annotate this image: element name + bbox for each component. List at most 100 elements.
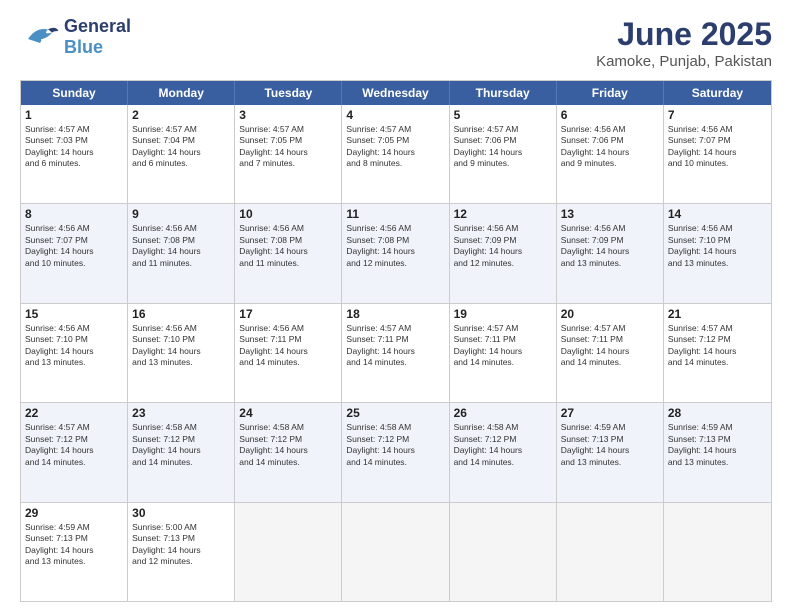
day-number: 7: [668, 108, 767, 122]
day-number: 21: [668, 307, 767, 321]
table-row: [557, 503, 664, 601]
day-number: 24: [239, 406, 337, 420]
table-row: 13 Sunrise: 4:56 AM Sunset: 7:09 PM Dayli…: [557, 204, 664, 302]
table-row: 25 Sunrise: 4:58 AM Sunset: 7:12 PM Dayli…: [342, 403, 449, 501]
day-number: 3: [239, 108, 337, 122]
calendar-week-0: 1Sunrise: 4:57 AM Sunset: 7:03 PM Daylig…: [21, 105, 771, 203]
day-info: Sunrise: 4:56 AM Sunset: 7:08 PM Dayligh…: [132, 223, 230, 269]
weekday-thursday: Thursday: [450, 81, 557, 105]
day-number: 15: [25, 307, 123, 321]
table-row: 30 Sunrise: 5:00 AM Sunset: 7:13 PM Dayli…: [128, 503, 235, 601]
table-row: 11Sunrise: 4:56 AM Sunset: 7:08 PM Dayli…: [342, 204, 449, 302]
calendar-week-2: 15 Sunrise: 4:56 AM Sunset: 7:10 PM Dayli…: [21, 303, 771, 402]
weekday-wednesday: Wednesday: [342, 81, 449, 105]
table-row: 23Sunrise: 4:58 AM Sunset: 7:12 PM Dayli…: [128, 403, 235, 501]
table-row: 21 Sunrise: 4:57 AM Sunset: 7:12 PM Dayli…: [664, 304, 771, 402]
calendar: Sunday Monday Tuesday Wednesday Thursday…: [20, 80, 772, 602]
calendar-week-1: 8Sunrise: 4:56 AM Sunset: 7:07 PM Daylig…: [21, 203, 771, 302]
day-info: Sunrise: 4:56 AM Sunset: 7:09 PM Dayligh…: [454, 223, 552, 269]
table-row: 3 Sunrise: 4:57 AM Sunset: 7:05 PM Daylig…: [235, 105, 342, 203]
day-number: 18: [346, 307, 444, 321]
day-number: 28: [668, 406, 767, 420]
table-row: 15 Sunrise: 4:56 AM Sunset: 7:10 PM Dayli…: [21, 304, 128, 402]
logo-general: General: [64, 16, 131, 36]
day-number: 9: [132, 207, 230, 221]
day-number: 23: [132, 406, 230, 420]
day-info: Sunrise: 4:56 AM Sunset: 7:09 PM Dayligh…: [561, 223, 659, 269]
page: General Blue June 2025 Kamoke, Punjab, P…: [0, 0, 792, 612]
calendar-week-3: 22 Sunrise: 4:57 AM Sunset: 7:12 PM Dayli…: [21, 402, 771, 501]
day-info: Sunrise: 4:59 AM Sunset: 7:13 PM Dayligh…: [668, 422, 767, 468]
logo-bird-icon: [20, 23, 60, 51]
table-row: [235, 503, 342, 601]
calendar-title: June 2025: [596, 16, 772, 53]
day-number: 13: [561, 207, 659, 221]
day-number: 11: [346, 207, 444, 221]
weekday-monday: Monday: [128, 81, 235, 105]
day-info: Sunrise: 4:56 AM Sunset: 7:10 PM Dayligh…: [132, 323, 230, 369]
table-row: 10Sunrise: 4:56 AM Sunset: 7:08 PM Dayli…: [235, 204, 342, 302]
day-info: Sunrise: 4:57 AM Sunset: 7:06 PM Dayligh…: [454, 124, 552, 170]
calendar-week-4: 29 Sunrise: 4:59 AM Sunset: 7:13 PM Dayli…: [21, 502, 771, 601]
day-info: Sunrise: 4:56 AM Sunset: 7:11 PM Dayligh…: [239, 323, 337, 369]
table-row: 14Sunrise: 4:56 AM Sunset: 7:10 PM Dayli…: [664, 204, 771, 302]
table-row: 19 Sunrise: 4:57 AM Sunset: 7:11 PM Dayli…: [450, 304, 557, 402]
table-row: 7 Sunrise: 4:56 AM Sunset: 7:07 PM Daylig…: [664, 105, 771, 203]
table-row: 12 Sunrise: 4:56 AM Sunset: 7:09 PM Dayli…: [450, 204, 557, 302]
day-number: 1: [25, 108, 123, 122]
day-number: 2: [132, 108, 230, 122]
weekday-tuesday: Tuesday: [235, 81, 342, 105]
table-row: 20Sunrise: 4:57 AM Sunset: 7:11 PM Dayli…: [557, 304, 664, 402]
day-number: 30: [132, 506, 230, 520]
day-info: Sunrise: 4:58 AM Sunset: 7:12 PM Dayligh…: [346, 422, 444, 468]
weekday-sunday: Sunday: [21, 81, 128, 105]
day-number: 6: [561, 108, 659, 122]
day-info: Sunrise: 4:57 AM Sunset: 7:04 PM Dayligh…: [132, 124, 230, 170]
day-number: 10: [239, 207, 337, 221]
table-row: 16 Sunrise: 4:56 AM Sunset: 7:10 PM Dayli…: [128, 304, 235, 402]
table-row: 29 Sunrise: 4:59 AM Sunset: 7:13 PM Dayli…: [21, 503, 128, 601]
day-number: 20: [561, 307, 659, 321]
table-row: 8Sunrise: 4:56 AM Sunset: 7:07 PM Daylig…: [21, 204, 128, 302]
table-row: 28 Sunrise: 4:59 AM Sunset: 7:13 PM Dayli…: [664, 403, 771, 501]
day-number: 17: [239, 307, 337, 321]
table-row: 6 Sunrise: 4:56 AM Sunset: 7:06 PM Daylig…: [557, 105, 664, 203]
day-info: Sunrise: 4:56 AM Sunset: 7:06 PM Dayligh…: [561, 124, 659, 170]
weekday-friday: Friday: [557, 81, 664, 105]
day-number: 25: [346, 406, 444, 420]
header: General Blue June 2025 Kamoke, Punjab, P…: [20, 16, 772, 70]
day-number: 12: [454, 207, 552, 221]
day-info: Sunrise: 4:59 AM Sunset: 7:13 PM Dayligh…: [561, 422, 659, 468]
table-row: 1Sunrise: 4:57 AM Sunset: 7:03 PM Daylig…: [21, 105, 128, 203]
day-info: Sunrise: 4:56 AM Sunset: 7:10 PM Dayligh…: [25, 323, 123, 369]
day-info: Sunrise: 4:57 AM Sunset: 7:12 PM Dayligh…: [25, 422, 123, 468]
table-row: 24 Sunrise: 4:58 AM Sunset: 7:12 PM Dayli…: [235, 403, 342, 501]
table-row: [450, 503, 557, 601]
table-row: 22 Sunrise: 4:57 AM Sunset: 7:12 PM Dayli…: [21, 403, 128, 501]
day-info: Sunrise: 4:58 AM Sunset: 7:12 PM Dayligh…: [454, 422, 552, 468]
day-number: 27: [561, 406, 659, 420]
calendar-body: 1Sunrise: 4:57 AM Sunset: 7:03 PM Daylig…: [21, 105, 771, 601]
day-info: Sunrise: 4:57 AM Sunset: 7:05 PM Dayligh…: [239, 124, 337, 170]
day-info: Sunrise: 4:57 AM Sunset: 7:11 PM Dayligh…: [454, 323, 552, 369]
day-number: 19: [454, 307, 552, 321]
table-row: [342, 503, 449, 601]
day-number: 26: [454, 406, 552, 420]
day-number: 5: [454, 108, 552, 122]
table-row: 18 Sunrise: 4:57 AM Sunset: 7:11 PM Dayli…: [342, 304, 449, 402]
calendar-header: Sunday Monday Tuesday Wednesday Thursday…: [21, 81, 771, 105]
logo-blue: Blue: [64, 37, 103, 57]
day-info: Sunrise: 4:57 AM Sunset: 7:11 PM Dayligh…: [346, 323, 444, 369]
day-info: Sunrise: 4:56 AM Sunset: 7:07 PM Dayligh…: [668, 124, 767, 170]
day-number: 22: [25, 406, 123, 420]
day-info: Sunrise: 5:00 AM Sunset: 7:13 PM Dayligh…: [132, 522, 230, 568]
day-info: Sunrise: 4:58 AM Sunset: 7:12 PM Dayligh…: [239, 422, 337, 468]
calendar-subtitle: Kamoke, Punjab, Pakistan: [596, 53, 772, 70]
day-number: 29: [25, 506, 123, 520]
day-number: 8: [25, 207, 123, 221]
day-number: 4: [346, 108, 444, 122]
table-row: 2 Sunrise: 4:57 AM Sunset: 7:04 PM Daylig…: [128, 105, 235, 203]
day-number: 16: [132, 307, 230, 321]
day-info: Sunrise: 4:59 AM Sunset: 7:13 PM Dayligh…: [25, 522, 123, 568]
day-info: Sunrise: 4:57 AM Sunset: 7:12 PM Dayligh…: [668, 323, 767, 369]
